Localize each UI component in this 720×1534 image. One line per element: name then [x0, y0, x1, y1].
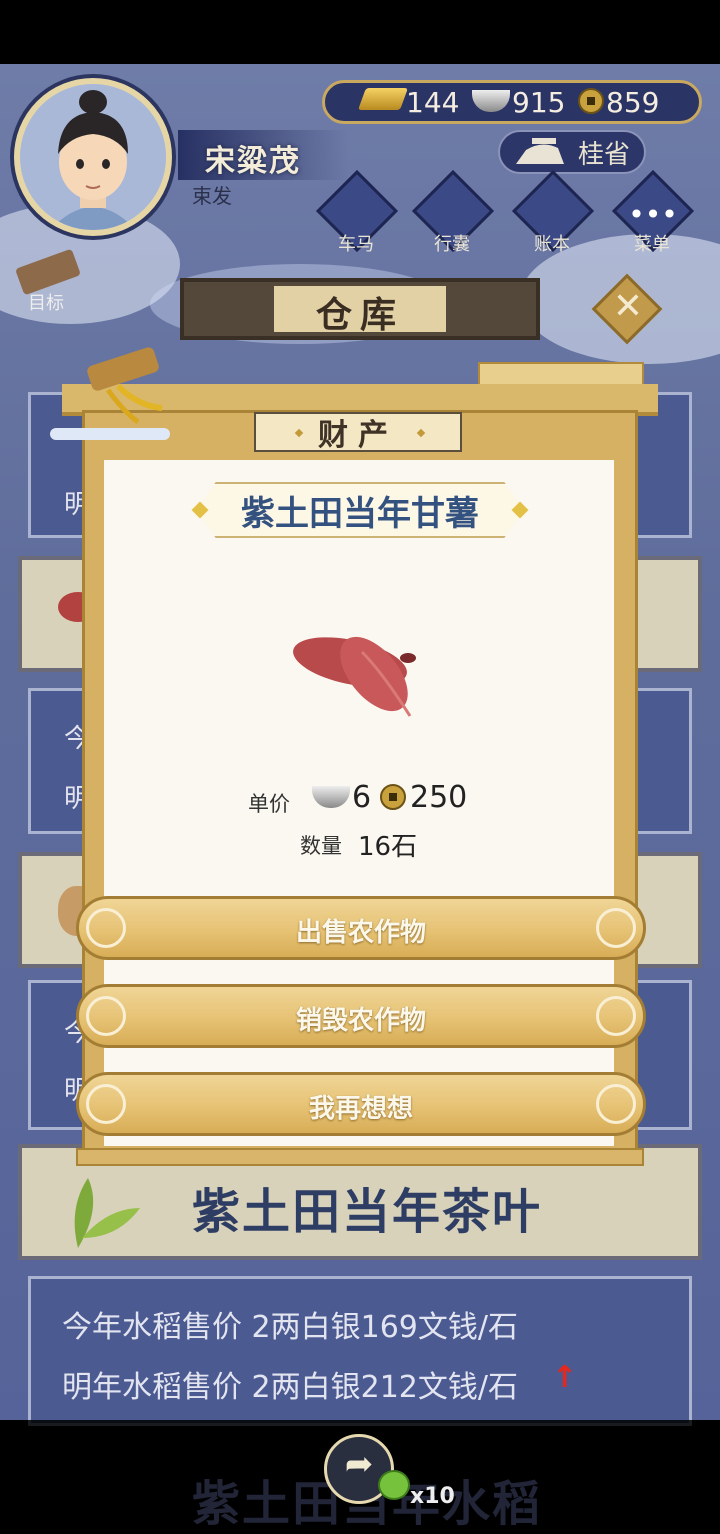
copper-amount: 859 — [606, 86, 660, 119]
player-title: 束发 — [192, 184, 232, 208]
unit-price-silver: 6 — [352, 780, 372, 815]
price-up-arrow-icon: ↑ — [552, 1360, 578, 1395]
frog-icon — [378, 1470, 410, 1500]
iron-icon — [512, 138, 568, 168]
status-bar — [0, 0, 720, 64]
unit-price-label: 单价 — [248, 792, 290, 816]
player-name: 宋粱茂 — [205, 144, 301, 179]
rice-bundle-icon — [78, 346, 168, 426]
silver-amount: 915 — [512, 86, 566, 119]
bag-menu-label: 行囊 — [434, 234, 470, 255]
quantity-label: 数量 — [300, 834, 342, 858]
share-count: x10 — [410, 1484, 455, 1509]
close-icon[interactable]: ✕ — [608, 286, 648, 327]
tea-card-label: 紫土田当年茶叶 — [192, 1184, 543, 1240]
reconsider-label: 我再想想 — [308, 1094, 413, 1124]
ledger-menu-label: 账本 — [534, 234, 570, 255]
warehouse-title: 仓库 — [315, 295, 404, 336]
goal-label[interactable]: 目标 — [28, 289, 64, 315]
sweet-potato-icon — [290, 612, 430, 728]
quantity-value: 16石 — [358, 832, 418, 862]
sell-crop-label: 出售农作物 — [295, 918, 426, 948]
unit-price-copper: 250 — [410, 780, 468, 815]
scroll-bottom-rod — [76, 1148, 644, 1166]
tea-leaf-icon — [58, 1168, 142, 1252]
tab-assets-label: 财产 — [318, 418, 398, 453]
region-label: 桂省 — [578, 140, 631, 170]
copper-coin-icon — [578, 88, 604, 114]
more-dots-icon: ••• — [628, 198, 678, 231]
main-menu-label: 菜单 — [634, 234, 670, 255]
gold-bar-icon — [357, 88, 409, 110]
copper-coin-icon — [380, 784, 406, 810]
avatar[interactable] — [20, 84, 166, 230]
destroy-crop-label: 销毁农作物 — [295, 1006, 426, 1036]
item-name: 紫土田当年甘薯 — [241, 494, 479, 534]
cloud-ribbon — [50, 428, 170, 440]
carriage-menu-label: 车马 — [338, 234, 374, 255]
gold-amount: 144 — [406, 86, 460, 119]
this-year-price-text: 今年水稻售价 2两白银169文钱/石 — [62, 1310, 518, 1345]
next-year-price-text: 明年水稻售价 2两白银212文钱/石 — [62, 1370, 518, 1405]
